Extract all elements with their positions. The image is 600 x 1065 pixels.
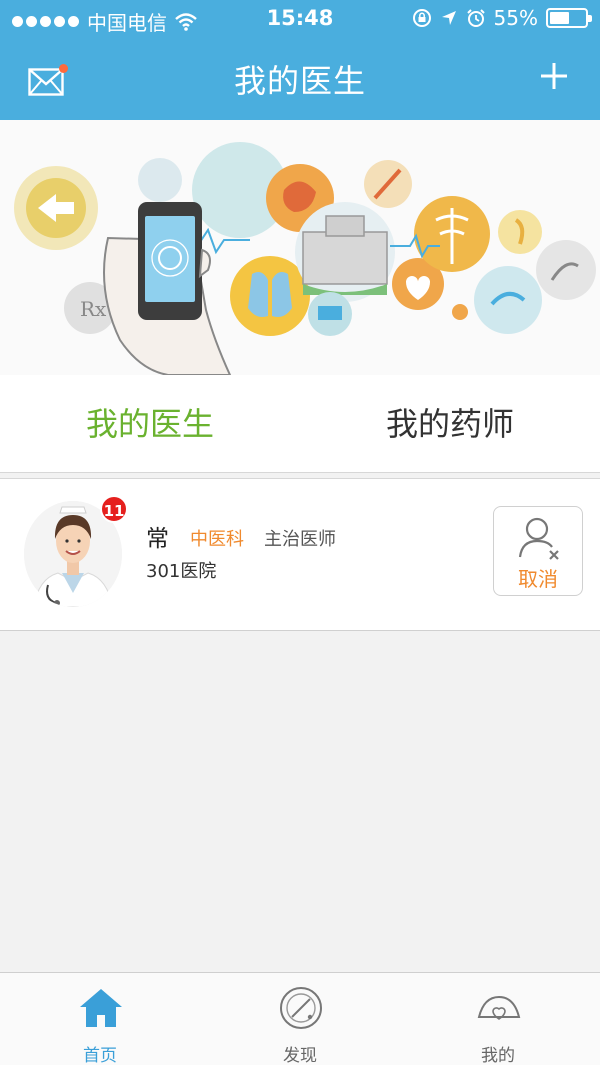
doctor-title: 主治医师 — [264, 529, 336, 550]
tabbar-item-profile[interactable]: 我的 — [438, 973, 558, 1065]
cancel-follow-button[interactable]: 取消 — [493, 506, 583, 596]
svg-text:Rx: Rx — [80, 297, 107, 321]
alarm-icon — [466, 9, 485, 27]
status-bar: 中国电信 15:48 55% — [0, 0, 600, 40]
doctor-card[interactable]: 11 常 中医科 主治医师 301医院 取消 — [0, 478, 600, 631]
banner-image: Rx — [0, 120, 600, 375]
tabbar-label-home: 首页 — [83, 1046, 117, 1065]
tabbar-label-discover: 发现 — [283, 1046, 317, 1065]
page-title: 我的医生 — [233, 62, 366, 100]
plus-icon — [541, 63, 567, 89]
tabbar-label-profile: 我的 — [481, 1046, 515, 1065]
cancel-label: 取消 — [518, 567, 558, 591]
doctor-department: 中医科 — [190, 529, 244, 550]
unread-badge: 11 — [100, 495, 128, 523]
profile-icon — [477, 995, 521, 1020]
home-icon — [80, 989, 122, 1027]
tabbar-item-discover[interactable]: 发现 — [240, 973, 360, 1065]
app-header: 中国电信 15:48 55% 我的医生 — [0, 0, 600, 120]
remove-user-icon — [518, 517, 559, 560]
tab-my-pharmacists[interactable]: 我的药师 — [300, 375, 600, 472]
nav-bar: 我的医生 — [0, 40, 600, 120]
medical-illustration: Rx — [0, 120, 600, 375]
doctor-hospital: 301医院 — [146, 561, 217, 582]
rotation-lock-icon — [412, 9, 431, 27]
location-arrow-icon — [441, 11, 456, 25]
status-right: 55% — [412, 6, 592, 30]
add-button[interactable] — [538, 60, 574, 96]
battery-percent: 55% — [493, 6, 538, 30]
doctor-avatar-wrap[interactable]: 11 — [24, 495, 128, 607]
doctor-name: 常 — [146, 526, 169, 552]
tab-my-doctors[interactable]: 我的医生 — [0, 375, 300, 472]
bottom-tab-bar: 首页 发现 我的 — [0, 972, 600, 1065]
segment-tabs: 我的医生 我的药师 — [0, 375, 600, 473]
discover-icon — [280, 987, 322, 1029]
battery-icon — [546, 8, 592, 28]
tabbar-item-home[interactable]: 首页 — [40, 973, 160, 1065]
